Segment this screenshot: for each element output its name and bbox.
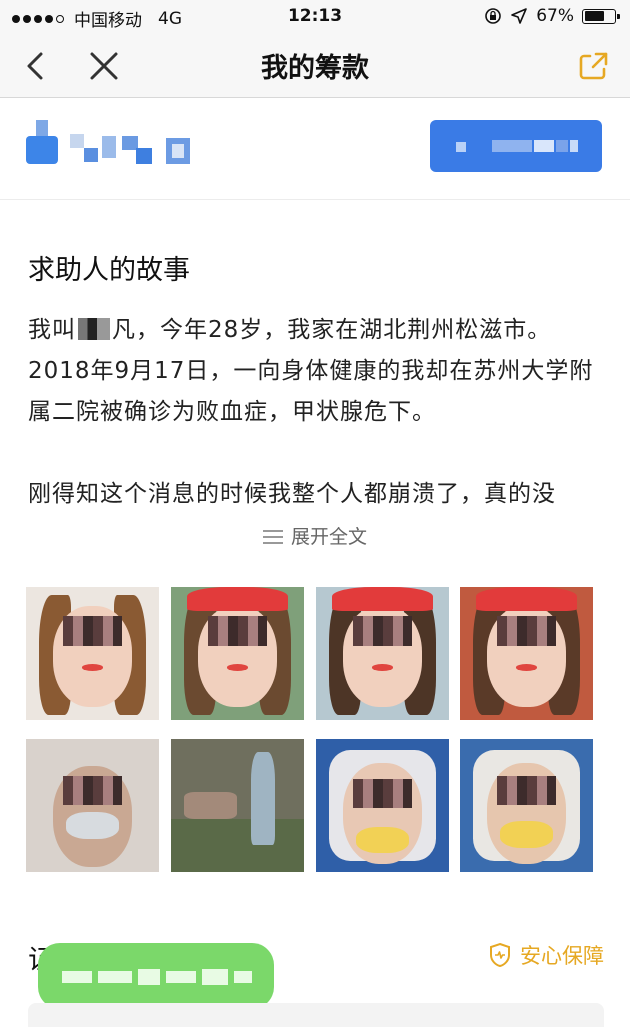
story-text-rest: 凡，今年28岁，我家在湖北荆州松滋市。2018年9月17日，一向身体健康的我却在… — [28, 317, 594, 425]
status-bar: 中国移动 4G 12:13 67% — [0, 0, 630, 32]
photo-thumbnail[interactable] — [26, 739, 159, 872]
expand-full-text-button[interactable]: 展开全文 — [0, 522, 630, 549]
safety-guarantee-link[interactable]: 安心保障 — [488, 940, 604, 970]
location-icon — [511, 8, 528, 24]
blurred-name-chars — [78, 318, 110, 340]
content-card — [28, 1003, 604, 1027]
battery-icon — [582, 8, 620, 24]
shield-heart-icon — [490, 942, 510, 968]
fundraiser-header — [0, 98, 630, 200]
safety-label: 安心保障 — [520, 944, 604, 968]
blurred-action-button[interactable] — [430, 120, 602, 172]
photo-thumbnail[interactable] — [316, 587, 449, 720]
photo-thumbnail[interactable] — [171, 739, 304, 872]
page-title: 我的筹款 — [261, 53, 369, 84]
expand-label: 展开全文 — [290, 526, 367, 548]
photo-thumbnail[interactable] — [26, 587, 159, 720]
share-button[interactable] — [574, 46, 614, 86]
blurred-fundraiser-name — [26, 118, 196, 168]
lock-rotation-icon — [485, 8, 502, 24]
menu-lines-icon — [262, 530, 283, 544]
story-body: 我叫 凡，今年28岁，我家在湖北荆州松滋市。2018年9月17日，一向身体健康的我… — [28, 310, 608, 515]
photo-thumbnail[interactable] — [460, 587, 593, 720]
story-paragraph: 我叫 凡，今年28岁，我家在湖北荆州松滋市。2018年9月17日，一向身体健康的我… — [28, 310, 608, 433]
photo-thumbnail[interactable] — [316, 739, 449, 872]
photo-thumbnail[interactable] — [460, 739, 593, 872]
battery-percent: 67% — [536, 6, 574, 26]
story-heading: 求助人的故事 — [28, 255, 190, 286]
story-paragraph: 刚得知这个消息的时候我整个人都崩溃了，真的没 — [28, 481, 556, 507]
photo-thumbnail[interactable] — [171, 587, 304, 720]
share-icon — [579, 52, 608, 80]
story-text-start: 我叫 — [28, 317, 76, 343]
navigation-bar: 我的筹款 — [0, 32, 630, 98]
blurred-chat-bubble — [38, 943, 274, 1023]
